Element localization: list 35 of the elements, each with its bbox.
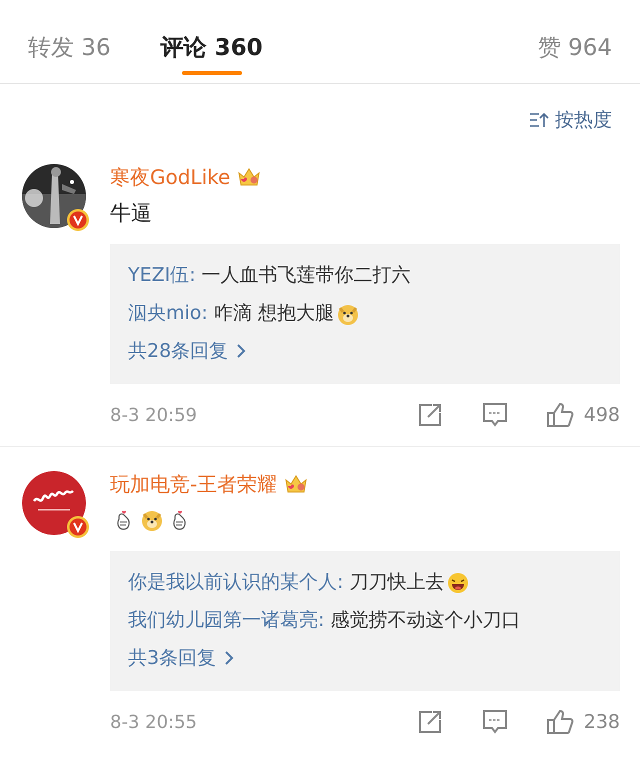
tab[interactable]: 评论 360 xyxy=(154,31,269,83)
reply-text: 泅央mio: 咋滴 想抱大腿 xyxy=(128,294,602,332)
share-icon xyxy=(418,710,444,734)
dog-emoji-icon xyxy=(140,508,164,532)
sort-icon xyxy=(529,111,549,129)
reply-text: 你是我以前认识的某个人: 刀刀快上去 xyxy=(128,563,602,601)
tab[interactable]: 赞 964 xyxy=(532,31,618,83)
comment-button[interactable] xyxy=(482,402,508,428)
timestamp: 8-3 20:59 xyxy=(110,404,198,426)
thumbs-up-icon xyxy=(546,402,574,428)
like-button[interactable]: 238 xyxy=(546,709,620,735)
laughing-emoji-icon xyxy=(446,570,470,595)
timestamp: 8-3 20:55 xyxy=(110,712,198,732)
verified-badge-icon xyxy=(66,208,90,232)
comment-icon xyxy=(482,709,508,735)
thumbs-up-icon xyxy=(546,709,574,735)
user-name[interactable]: 玩加电竞-王者荣耀 xyxy=(110,470,278,498)
share-button[interactable] xyxy=(418,403,444,427)
like-button[interactable]: 498 xyxy=(546,402,620,428)
chevron-icon xyxy=(236,343,246,359)
tab[interactable]: 转发 36 xyxy=(22,31,117,83)
more-replies-link[interactable]: 共3条回复 xyxy=(128,639,602,677)
sort-button[interactable]: 按热度 xyxy=(523,106,618,134)
reply-text: 我们幼儿园第一诸葛亮: 感觉捞不动这个小刀口 xyxy=(128,608,522,633)
verified-badge-icon xyxy=(66,515,90,539)
share-icon xyxy=(418,403,444,427)
comment-button[interactable] xyxy=(482,709,508,735)
more-replies-link[interactable]: 共28条回复 xyxy=(128,332,602,370)
comment-text: 牛逼 xyxy=(110,200,152,227)
logo-icon xyxy=(22,471,86,535)
user-name[interactable]: 寒夜GodLike xyxy=(110,164,230,190)
comment-icon xyxy=(482,402,508,428)
share-button[interactable] xyxy=(418,710,444,734)
reply-text: YEZI伍: 一人血书飞莲带你二打六 xyxy=(128,263,412,288)
chevron-icon xyxy=(224,650,234,666)
